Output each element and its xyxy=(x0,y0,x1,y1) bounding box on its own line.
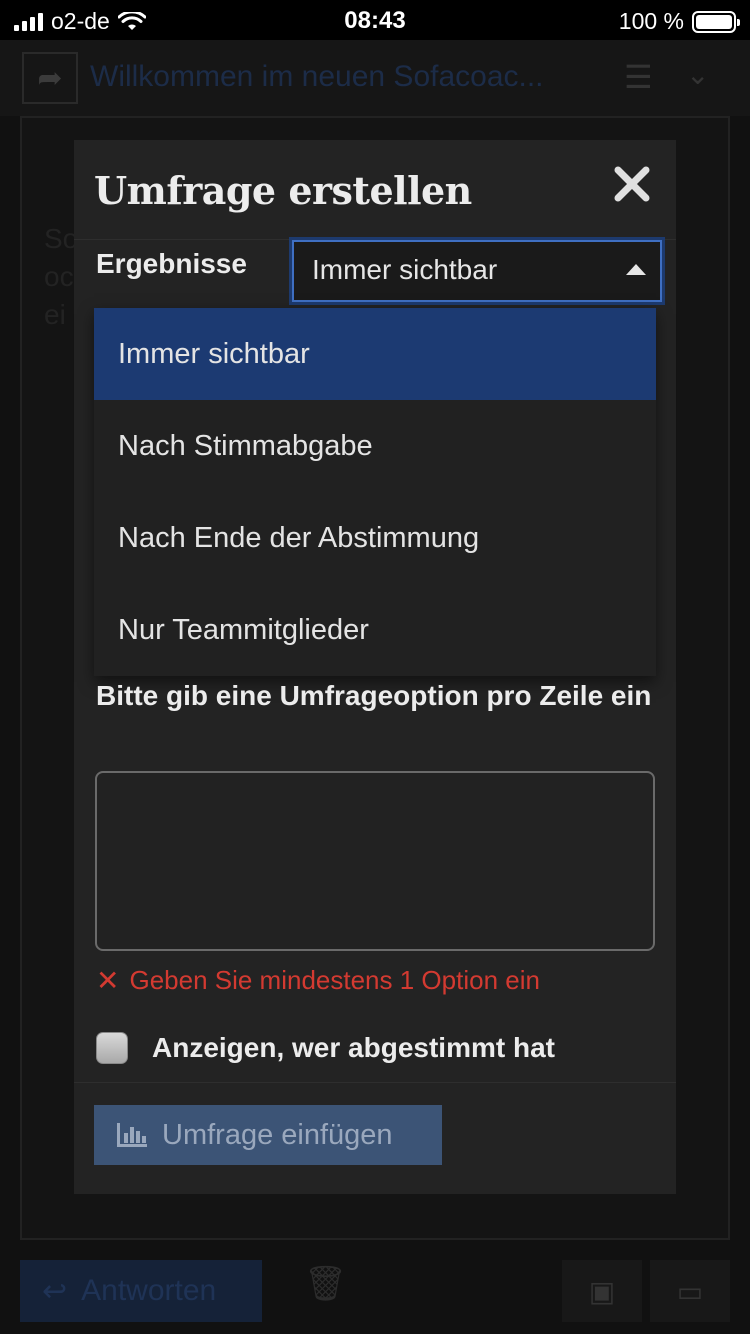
error-text: Geben Sie mindestens 1 Option ein xyxy=(129,965,540,995)
dropdown-option[interactable]: Nach Ende der Abstimmung xyxy=(94,492,656,584)
insert-poll-button[interactable]: Umfrage einfügen xyxy=(94,1105,442,1165)
show-voters-checkbox[interactable] xyxy=(96,1032,128,1064)
status-bar: o2-de 08:43 100 % xyxy=(0,0,750,40)
monitor-icon[interactable]: ▭ xyxy=(650,1260,730,1322)
battery-icon xyxy=(692,10,740,33)
poll-modal: Umfrage erstellen Ergebnisse Immer sicht… xyxy=(74,140,676,1194)
error-message: ✕ Geben Sie mindestens 1 Option ein xyxy=(96,964,540,997)
modal-title: Umfrage erstellen xyxy=(94,168,472,213)
dropdown-option[interactable]: Immer sichtbar xyxy=(94,308,656,400)
results-dropdown: Immer sichtbar Nach Stimmabgabe Nach End… xyxy=(94,308,656,676)
dropdown-option[interactable]: Nach Stimmabgabe xyxy=(94,400,656,492)
menu-icon[interactable]: ☰ xyxy=(624,58,653,96)
close-icon[interactable] xyxy=(612,164,652,204)
battery-percent: 100 % xyxy=(618,8,684,34)
modal-footer: Umfrage einfügen xyxy=(74,1082,676,1194)
topic-header: ➦ Willkommen im neuen Sofacoac... ☰ ⌄ xyxy=(0,40,750,116)
share-icon[interactable]: ➦ xyxy=(22,52,78,104)
results-select[interactable]: Immer sichtbar xyxy=(292,240,662,302)
results-label: Ergebnisse xyxy=(96,248,247,279)
insert-poll-label: Umfrage einfügen xyxy=(162,1118,393,1151)
bottom-toolbar: ↩ Antworten 🗑 ▣ ▭ xyxy=(0,1240,750,1334)
options-textarea[interactable] xyxy=(95,771,655,951)
results-select-value: Immer sichtbar xyxy=(312,254,498,285)
bar-chart-icon xyxy=(117,1123,147,1147)
reply-label: Antworten xyxy=(81,1274,217,1307)
trash-icon[interactable]: 🗑 xyxy=(304,1264,347,1304)
battery-info: 100 % xyxy=(618,8,740,35)
caret-up-icon xyxy=(626,264,646,275)
topic-title: Willkommen im neuen Sofacoac... xyxy=(90,60,544,93)
show-voters-label: Anzeigen, wer abgestimmt hat xyxy=(152,1032,555,1063)
chevron-down-icon[interactable]: ⌄ xyxy=(686,58,709,91)
reply-icon: ↩ xyxy=(42,1274,68,1308)
options-label: Bitte gib eine Umfrageoption pro Zeile e… xyxy=(96,680,652,711)
modal-header: Umfrage erstellen xyxy=(74,140,676,240)
dropdown-option[interactable]: Nur Teammitglieder xyxy=(94,584,656,676)
show-voters-row: Anzeigen, wer abgestimmt hat xyxy=(96,1032,555,1064)
image-icon[interactable]: ▣ xyxy=(562,1260,642,1322)
reply-button[interactable]: ↩ Antworten xyxy=(20,1260,262,1322)
error-x-icon: ✕ xyxy=(96,965,120,996)
